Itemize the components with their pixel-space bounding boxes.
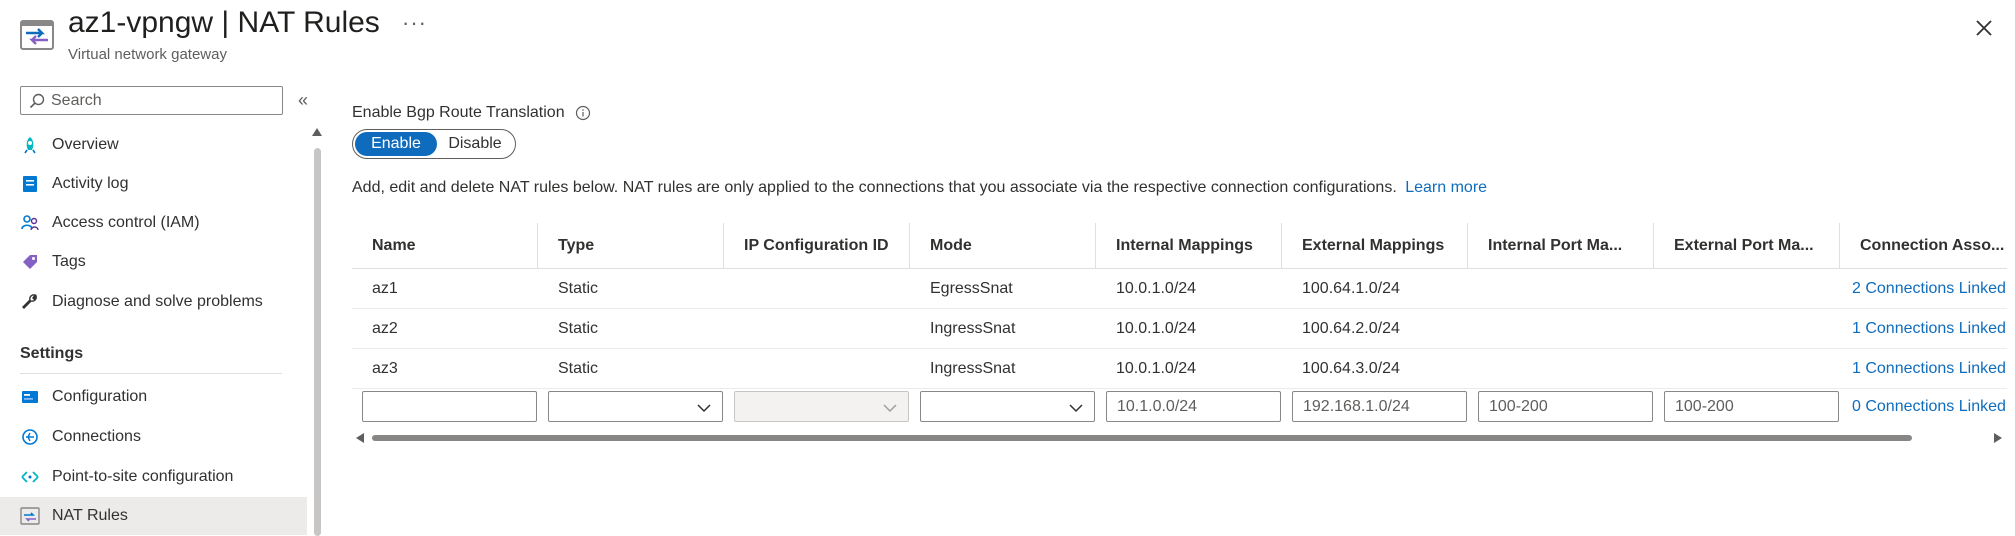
nat-rules-icon [20,506,40,526]
column-header-internal-mappings[interactable]: Internal Mappings [1096,223,1281,268]
cell-mode: IngressSnat [930,359,1016,377]
sidebar-item-activity-log[interactable]: Activity log [0,165,307,203]
table-row[interactable]: az2 Static IngressSnat 10.0.1.0/24 100.6… [352,309,2007,349]
new-rule-external-mappings-input[interactable]: 192.168.1.0/24 [1292,391,1467,422]
info-icon[interactable] [575,105,591,121]
scroll-up-arrow[interactable] [312,128,322,136]
sidebar-item-label: Configuration [52,388,148,405]
new-rule-internal-mappings-input[interactable]: 10.1.0.0/24 [1106,391,1281,422]
bgp-translation-label: Enable Bgp Route Translation [352,104,591,122]
disable-option[interactable]: Disable [437,132,513,156]
wrench-icon [20,292,40,312]
page-subtitle: Virtual network gateway [68,46,227,63]
new-rule-name-input[interactable] [362,391,537,422]
settings-section-heading: Settings [20,345,84,362]
new-rule-internal-port-input[interactable]: 100-200 [1478,391,1653,422]
column-header-external-port[interactable]: External Port Ma... [1654,223,1839,268]
page-title: az1-vpngw | NAT Rules [68,6,380,39]
column-header-type[interactable]: Type [538,223,723,268]
activity-log-icon [20,174,40,194]
new-rule-type-dropdown[interactable] [548,391,723,422]
collapse-sidebar-button[interactable]: « [298,90,308,111]
more-options-button[interactable]: ··· [402,10,427,36]
sidebar-item-tags[interactable]: Tags [0,243,307,281]
new-rule-ip-configuration-dropdown [734,391,909,422]
close-icon[interactable] [1970,14,1998,42]
cell-name: az3 [372,359,398,377]
sidebar-item-point-to-site[interactable]: Point-to-site configuration [0,458,307,496]
configuration-icon [20,387,40,407]
sidebar-item-access-control[interactable]: Access control (IAM) [0,204,307,242]
new-rule-mode-dropdown[interactable] [920,391,1095,422]
description-body: Add, edit and delete NAT rules below. NA… [352,179,1397,196]
new-rule-connections-link[interactable]: 0 Connections Linked [1852,398,2006,416]
sidebar-item-label: Diagnose and solve problems [52,293,263,310]
column-header-ip-configuration[interactable]: IP Configuration ID [724,223,909,268]
table-row[interactable]: az1 Static EgressSnat 10.0.1.0/24 100.64… [352,269,2007,309]
search-icon [29,93,45,108]
cell-internal-mappings: 10.0.1.0/24 [1116,319,1197,337]
sidebar-item-label: Overview [52,136,119,153]
nat-rules-header-icon [20,20,54,50]
cell-mode: EgressSnat [930,279,1013,297]
scroll-left-arrow[interactable] [356,433,364,443]
cell-type: Static [558,359,599,377]
column-header-external-mappings[interactable]: External Mappings [1282,223,1467,268]
sidebar-item-label: NAT Rules [52,507,128,524]
cell-internal-mappings: 10.0.1.0/24 [1116,279,1197,297]
bgp-translation-label-text: Enable Bgp Route Translation [352,104,565,121]
rocket-icon [20,135,40,155]
cell-mode: IngressSnat [930,319,1016,337]
sidebar-search[interactable] [20,86,283,115]
point-to-site-icon [20,467,40,487]
cell-name: az2 [372,319,398,337]
sidebar-item-connections[interactable]: Connections [0,418,307,456]
cell-type: Static [558,319,599,337]
connections-linked-link[interactable]: 1 Connections Linked [1832,309,2006,348]
connections-linked-link[interactable]: 1 Connections Linked [1832,349,2006,388]
cell-external-mappings: 100.64.2.0/24 [1302,319,1400,337]
sidebar-item-nat-rules[interactable]: NAT Rules [0,497,307,535]
table-row[interactable]: az3 Static IngressSnat 10.0.1.0/24 100.6… [352,349,2007,389]
sidebar-item-diagnose[interactable]: Diagnose and solve problems [0,283,307,321]
sidebar-scrollbar[interactable] [314,148,321,536]
connections-linked-link[interactable]: 2 Connections Linked [1832,269,2006,308]
cell-external-mappings: 100.64.3.0/24 [1302,359,1400,377]
cell-type: Static [558,279,599,297]
people-icon [20,213,40,233]
sidebar-item-label: Access control (IAM) [52,214,200,231]
column-header-internal-port[interactable]: Internal Port Ma... [1468,223,1653,268]
column-header-name[interactable]: Name [352,223,537,268]
connections-icon [20,427,40,447]
sidebar-item-label: Point-to-site configuration [52,468,234,485]
cell-internal-mappings: 10.0.1.0/24 [1116,359,1197,377]
column-header-mode[interactable]: Mode [910,223,1095,268]
sidebar-item-label: Activity log [52,175,129,192]
new-rule-external-port-input[interactable]: 100-200 [1664,391,1839,422]
divider [20,373,282,374]
tag-icon [20,252,40,272]
chevron-down-icon [883,404,897,413]
cell-name: az1 [372,279,398,297]
bgp-translation-toggle[interactable]: Enable Disable [352,129,516,159]
cell-external-mappings: 100.64.1.0/24 [1302,279,1400,297]
search-input[interactable] [51,91,271,110]
chevron-down-icon [1069,404,1083,413]
table-horizontal-scrollbar[interactable] [372,435,1912,441]
sidebar-item-label: Tags [52,253,86,270]
sidebar-item-overview[interactable]: Overview [0,126,307,164]
learn-more-link[interactable]: Learn more [1405,179,1487,196]
sidebar-item-label: Connections [52,428,141,445]
column-header-connection-association[interactable]: Connection Asso... [1840,223,2007,268]
enable-option[interactable]: Enable [355,132,437,156]
sidebar-item-configuration[interactable]: Configuration [0,378,307,416]
chevron-down-icon [697,404,711,413]
scroll-right-arrow[interactable] [1994,433,2002,443]
description-text: Add, edit and delete NAT rules below. NA… [352,179,1487,197]
